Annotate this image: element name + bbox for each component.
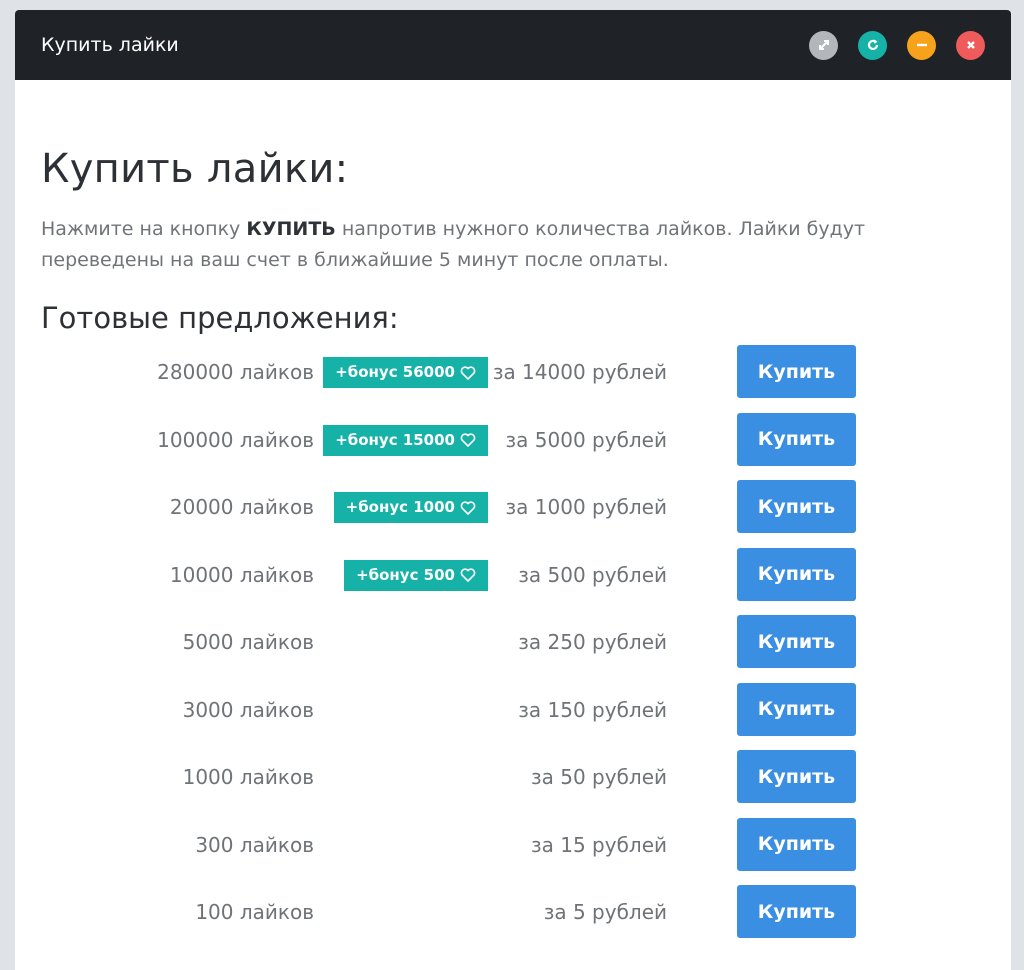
buy-button[interactable]: Купить xyxy=(737,682,856,736)
offer-row: 100 лайков за 5 рублей Купить xyxy=(41,885,985,953)
offer-row: 300 лайков за 15 рублей Купить xyxy=(41,817,985,886)
offer-price: за 5000 рублей xyxy=(505,427,667,452)
offer-price: за 14000 рублей xyxy=(492,360,667,384)
offer-row: 1000 лайков за 50 рублей Купить xyxy=(41,750,985,818)
offer-bonus-badge: +бонус 500 xyxy=(344,559,488,591)
buy-button[interactable]: Купить xyxy=(737,615,856,668)
intro-text: Нажмите на кнопку КУПИТЬ напротив нужног… xyxy=(41,214,921,276)
offers-heading: Готовые предложения: xyxy=(41,301,399,335)
offer-row: 20000 лайков +бонус 1000 за 1000 рублей … xyxy=(41,480,985,548)
offer-likes: 100 лайков xyxy=(195,900,314,924)
buy-button[interactable]: Купить xyxy=(737,817,856,871)
heart-icon xyxy=(460,568,476,582)
offer-bonus-text: +бонус 1000 xyxy=(345,498,455,516)
window-titlebar: Купить лайки xyxy=(15,10,1011,80)
heart-icon xyxy=(460,433,476,447)
buy-button[interactable]: Купить xyxy=(737,412,856,466)
heart-icon xyxy=(460,365,476,380)
refresh-icon[interactable] xyxy=(858,30,887,60)
intro-buy-keyword: КУПИТЬ xyxy=(246,218,336,240)
offer-price: за 500 рублей xyxy=(518,562,667,587)
close-icon[interactable] xyxy=(956,30,985,60)
offer-likes: 10000 лайков xyxy=(169,562,314,587)
buy-button[interactable]: Купить xyxy=(737,480,856,533)
offers-list: 280000 лайков +бонус 56000 за 14000 рубл… xyxy=(41,345,985,953)
offer-bonus-badge: +бонус 56000 xyxy=(323,357,488,388)
buy-button[interactable]: Купить xyxy=(737,547,856,601)
expand-icon[interactable] xyxy=(809,30,838,60)
offer-price: за 150 рублей xyxy=(518,697,667,722)
main-content: Купить лайки: Нажмите на кнопку КУПИТЬ н… xyxy=(15,80,1011,953)
offer-row: 10000 лайков +бонус 500 за 500 рублей Ку… xyxy=(41,547,985,616)
offer-bonus-badge: +бонус 1000 xyxy=(333,492,488,523)
offer-likes: 300 лайков xyxy=(195,832,314,857)
window-title: Купить лайки xyxy=(41,34,179,56)
window-controls xyxy=(809,30,985,60)
offer-likes: 3000 лайков xyxy=(182,697,314,722)
offer-row: 5000 лайков за 250 рублей Купить xyxy=(41,615,985,683)
offer-bonus-text: +бонус 56000 xyxy=(335,363,455,381)
offer-price: за 1000 рублей xyxy=(505,495,667,519)
intro-text-start: Нажмите на кнопку xyxy=(41,218,247,240)
offer-bonus-text: +бонус 500 xyxy=(356,565,455,584)
offer-likes: 100000 лайков xyxy=(157,427,314,452)
offer-bonus-badge: +бонус 15000 xyxy=(323,424,488,456)
offer-price: за 5 рублей xyxy=(543,900,667,924)
buy-button[interactable]: Купить xyxy=(737,885,856,938)
minimize-icon[interactable] xyxy=(907,30,936,60)
offer-bonus-text: +бонус 15000 xyxy=(335,430,455,449)
buy-button[interactable]: Купить xyxy=(737,345,856,398)
offer-row: 3000 лайков за 150 рублей Купить xyxy=(41,682,985,751)
page-title: Купить лайки: xyxy=(41,146,349,192)
offer-likes: 280000 лайков xyxy=(157,360,314,384)
offer-likes: 1000 лайков xyxy=(182,765,314,789)
offer-price: за 15 рублей xyxy=(530,832,667,857)
heart-icon xyxy=(460,500,476,515)
offer-likes: 5000 лайков xyxy=(182,630,314,654)
purchase-window: Купить лайки Купить лайки: Нажмите на кн… xyxy=(15,10,1011,970)
buy-button[interactable]: Купить xyxy=(737,750,856,803)
offer-row: 100000 лайков +бонус 15000 за 5000 рубле… xyxy=(41,412,985,481)
offer-row: 280000 лайков +бонус 56000 за 14000 рубл… xyxy=(41,345,985,413)
offer-price: за 50 рублей xyxy=(530,765,667,789)
offer-likes: 20000 лайков xyxy=(169,495,314,519)
offer-price: за 250 рублей xyxy=(518,630,667,654)
